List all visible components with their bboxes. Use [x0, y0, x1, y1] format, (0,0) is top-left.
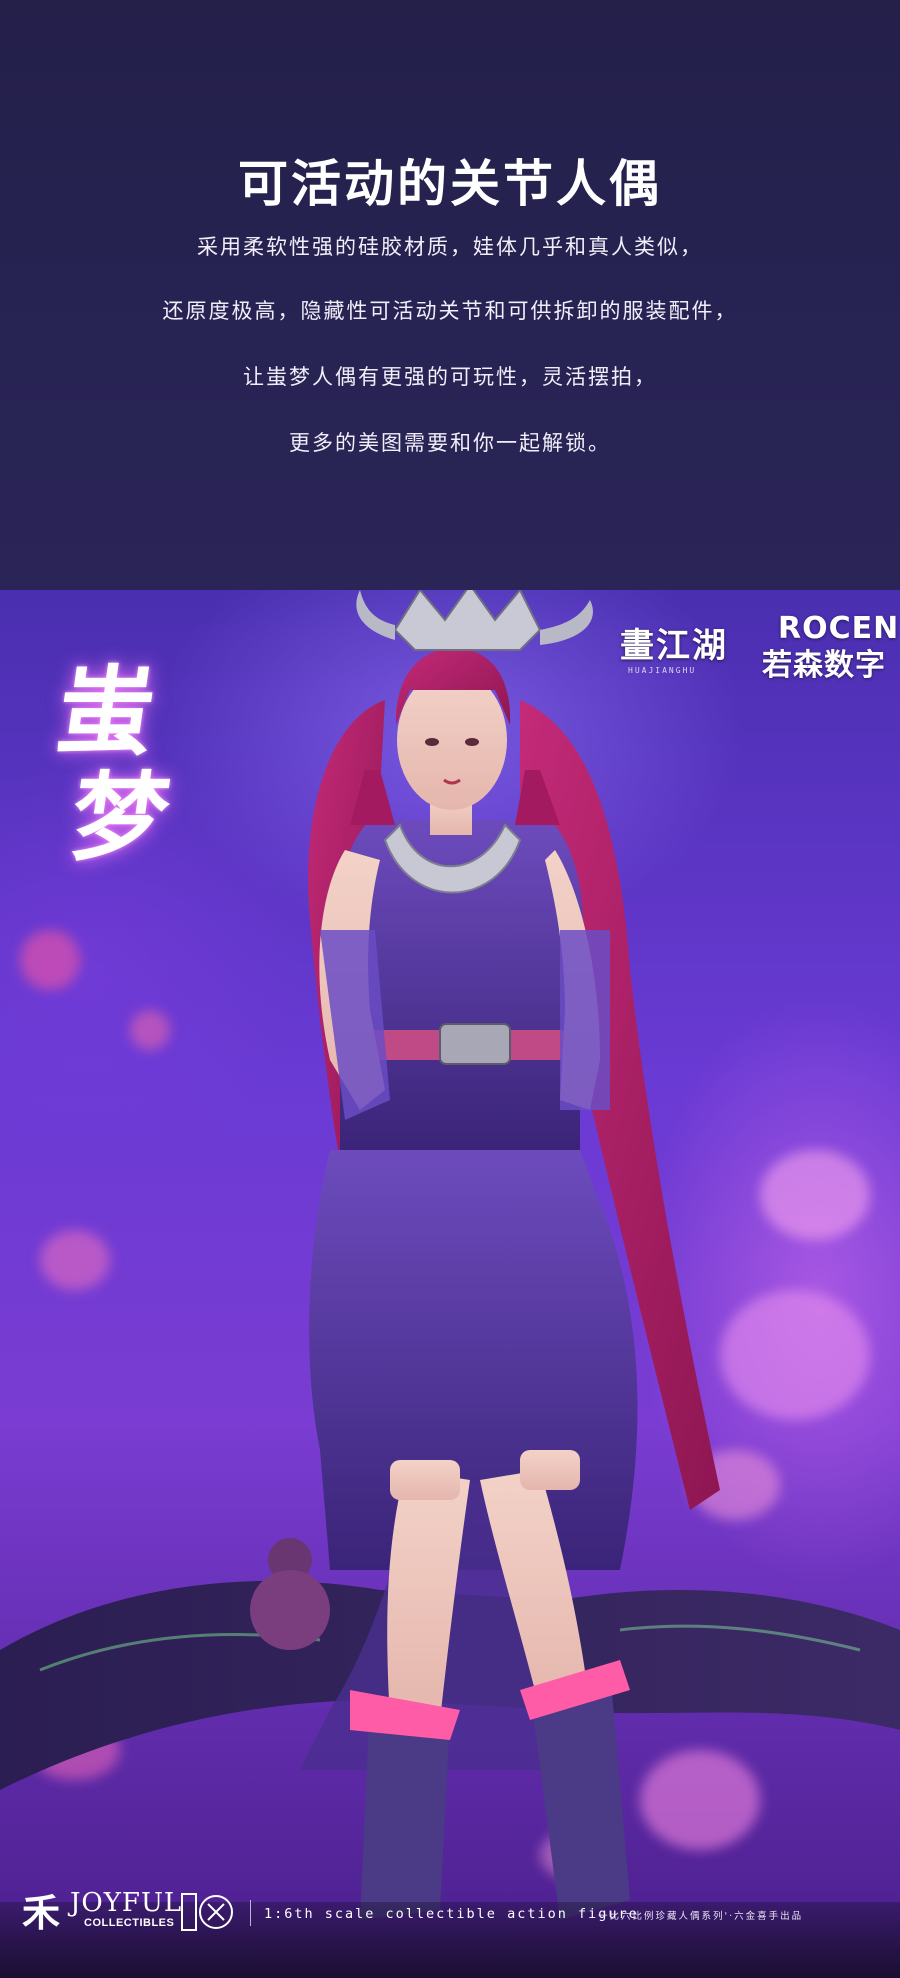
seal-logo-icon — [181, 1893, 233, 1931]
sleeve-right — [560, 930, 610, 1110]
joyful-logo-mark: 禾 — [21, 1890, 60, 1935]
huajianghu-logo: 畫江湖 — [620, 626, 728, 666]
joyful-logo-subtitle: COLLECTIBLES — [84, 1917, 175, 1929]
product-photo: 蚩 梦 畫江湖 HUAJIANGHU ROCEN 若森数字 — [0, 590, 900, 1978]
product-detail-page: 可活动的关节人偶 采用柔软性强的硅胶材质，娃体几乎和真人类似， 还原度极高，隐藏… — [0, 0, 900, 1978]
intro-line-1: 采用柔软性强的硅胶材质，娃体几乎和真人类似， — [197, 235, 703, 259]
huajianghu-subtitle: HUAJIANGHU — [628, 666, 697, 675]
horn-right — [540, 600, 593, 645]
silver-headdress — [393, 590, 542, 651]
joyful-logo-word: JOYFUL — [70, 1888, 183, 1918]
rocen-logo-chinese: 若森数字 — [762, 648, 886, 683]
horn-left — [356, 590, 395, 640]
intro-section: 可活动的关节人偶 采用柔软性强的硅胶材质，娃体几乎和真人类似， 还原度极高，隐藏… — [0, 0, 900, 590]
rocen-logo: ROCEN — [778, 611, 900, 646]
face — [397, 670, 507, 810]
intro-line-2: 还原度极高，隐藏性可活动关节和可供拆卸的服装配件， — [162, 299, 738, 323]
character-name-char-2: 梦 — [64, 761, 177, 874]
intro-line-4: 更多的美图需要和你一起解锁。 — [289, 431, 611, 455]
character-name-char-1: 蚩 — [50, 655, 163, 768]
intro-line-3: 让蚩梦人偶有更强的可玩性，灵活摆拍， — [243, 365, 657, 389]
series-caption: 一比六比例珍藏人偶系列'·六金喜手出品 — [598, 1911, 804, 1922]
intro-title: 可活动的关节人偶 — [238, 154, 662, 213]
scale-caption: 1:6th scale collectible action figure — [264, 1906, 639, 1922]
footer-divider — [250, 1900, 251, 1926]
